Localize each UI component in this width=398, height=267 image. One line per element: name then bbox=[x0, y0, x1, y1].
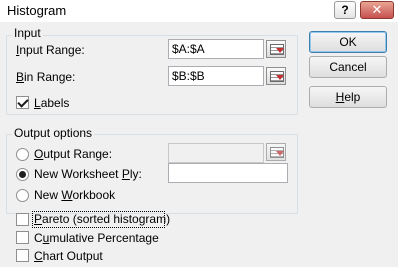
bin-range-label: Bin Range: bbox=[16, 70, 76, 84]
arrow-icon bbox=[276, 48, 284, 53]
bin-range-field[interactable]: $B:$B bbox=[168, 66, 264, 86]
bin-range-ref-button[interactable] bbox=[266, 67, 286, 85]
chart-output-label: Chart Output bbox=[34, 249, 103, 263]
title-help-button[interactable]: ? bbox=[334, 1, 356, 19]
cumulative-label: Cumulative Percentage bbox=[34, 231, 159, 245]
title-bar: Histogram ? ✕ bbox=[0, 0, 398, 22]
cumulative-checkbox[interactable] bbox=[16, 231, 29, 244]
dialog-title: Histogram bbox=[7, 3, 67, 18]
new-workbook-radio[interactable] bbox=[16, 189, 29, 202]
help-button[interactable]: Help bbox=[309, 86, 387, 108]
new-worksheet-label: New Worksheet Ply: bbox=[34, 167, 142, 181]
labels-label: Labels bbox=[34, 96, 70, 110]
title-close-button[interactable]: ✕ bbox=[360, 1, 394, 19]
output-group-label: Output options bbox=[12, 126, 95, 140]
labels-checkbox[interactable] bbox=[16, 96, 29, 109]
new-worksheet-radio[interactable] bbox=[16, 168, 29, 181]
output-range-label: Output Range: bbox=[34, 147, 113, 161]
ok-button[interactable]: OK bbox=[309, 31, 387, 53]
input-range-label: Input Range: bbox=[16, 43, 85, 57]
cancel-button[interactable]: Cancel bbox=[309, 56, 387, 78]
output-range-ref-button[interactable] bbox=[266, 143, 286, 161]
arrow-icon bbox=[276, 75, 284, 80]
pareto-label: Pareto (sorted histogram) bbox=[34, 212, 171, 226]
output-range-field[interactable] bbox=[168, 143, 264, 163]
new-workbook-label: New Workbook bbox=[34, 188, 116, 202]
pareto-checkbox[interactable] bbox=[16, 213, 29, 226]
new-worksheet-field[interactable] bbox=[168, 163, 288, 183]
output-range-radio[interactable] bbox=[16, 148, 29, 161]
arrow-icon bbox=[276, 151, 284, 156]
chart-output-checkbox[interactable] bbox=[16, 249, 29, 262]
input-range-ref-button[interactable] bbox=[266, 40, 286, 58]
histogram-dialog: Histogram ? ✕ Input Input Range: $A:$A B… bbox=[0, 0, 398, 267]
input-range-field[interactable]: $A:$A bbox=[168, 39, 264, 59]
input-group-label: Input bbox=[12, 26, 43, 40]
